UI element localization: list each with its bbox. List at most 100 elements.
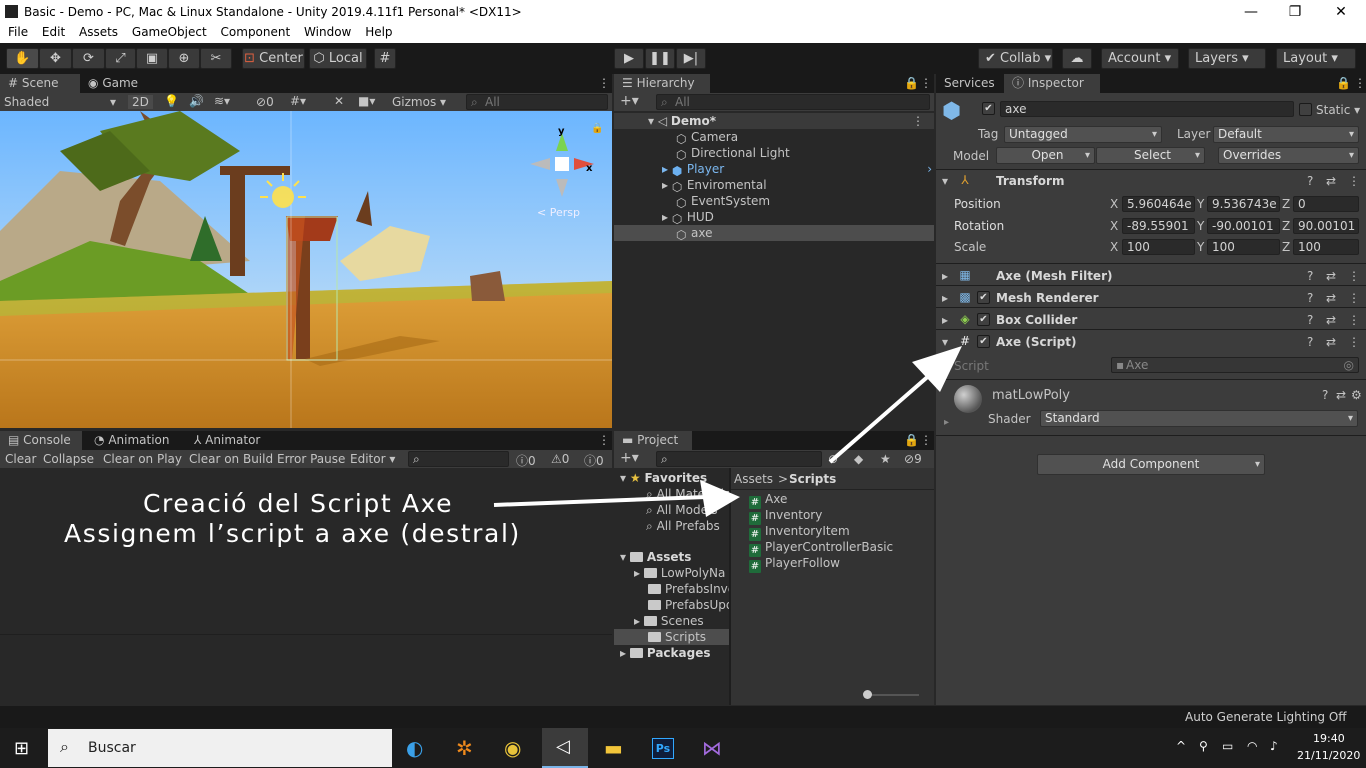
move-tool-button[interactable]: ✥ xyxy=(39,48,72,69)
boxcollider-fold-arrow[interactable]: ▸ xyxy=(942,313,948,327)
meshfilter-fold-arrow[interactable]: ▸ xyxy=(942,269,948,283)
console-search-input[interactable]: ⌕ xyxy=(408,451,509,467)
tray-chevron-up-icon[interactable]: ^ xyxy=(1176,739,1186,753)
tab-game[interactable]: ◉ Game xyxy=(80,74,146,93)
taskbar-search-box[interactable]: ⌕ Buscar xyxy=(48,729,392,767)
clear-button[interactable]: Clear xyxy=(5,452,36,466)
menu-window[interactable]: Window xyxy=(296,24,351,39)
menu-file[interactable]: File xyxy=(0,24,28,39)
transform-fold-arrow[interactable]: ▾ xyxy=(942,174,948,188)
gizmo-lock-icon[interactable]: 🔒 xyxy=(591,123,603,134)
account-dropdown[interactable]: Account ▾ xyxy=(1101,48,1179,69)
play-button[interactable]: ▶ xyxy=(614,48,644,69)
custom-tool-button[interactable]: ✂ xyxy=(200,48,232,69)
script-asset[interactable]: # Axe xyxy=(749,491,787,509)
tools-toggle-icon[interactable]: ✕ xyxy=(334,94,344,108)
favorite-item[interactable]: ⌕ All Materials xyxy=(646,486,730,502)
menu-help[interactable]: Help xyxy=(357,24,392,39)
audio-toggle-icon[interactable]: 🔊 xyxy=(189,94,204,108)
hierarchy-item[interactable]: ⬡ Directional Light xyxy=(676,145,790,162)
visual-studio-icon[interactable]: ⋈ xyxy=(702,736,722,760)
inspector-menu-button[interactable]: ⋮ xyxy=(1346,74,1366,93)
persp-label[interactable]: < Persp xyxy=(537,206,580,219)
axe-script-checkbox[interactable]: ✔ xyxy=(977,335,990,348)
error-pause-button[interactable]: Error Pause xyxy=(277,452,345,466)
presets-icon[interactable]: ⇄ xyxy=(1326,174,1336,188)
pivot-center-button[interactable]: ⊡ Center xyxy=(242,48,305,69)
hierarchy-item[interactable]: ⬡ Camera xyxy=(676,129,738,146)
tab-console[interactable]: ▤ Console xyxy=(0,431,82,450)
pivot-local-button[interactable]: ⬡ Local xyxy=(309,48,367,69)
grid-snap-button[interactable]: # xyxy=(374,48,396,69)
tag-dropdown[interactable]: Untagged xyxy=(1004,126,1162,143)
static-checkbox[interactable] xyxy=(1299,103,1312,116)
tab-project[interactable]: ▬ Project xyxy=(614,431,692,450)
script-fold-arrow[interactable]: ▾ xyxy=(942,335,948,349)
position-y-field[interactable]: 9.536743e xyxy=(1207,196,1280,212)
grid-toggle-icon[interactable]: #▾ xyxy=(290,94,306,108)
chrome-icon[interactable]: ◉ xyxy=(504,736,521,760)
folder-item[interactable]: ▸ LowPolyNa xyxy=(634,565,725,581)
chevron-right-icon[interactable]: › xyxy=(927,161,932,177)
lighting-toggle-icon[interactable]: 💡 xyxy=(164,94,179,108)
zoom-slider-handle[interactable] xyxy=(863,690,872,699)
component-menu-icon[interactable]: ⋮ xyxy=(1348,313,1360,327)
folder-item[interactable]: ▸ Scenes xyxy=(634,613,704,629)
meshrenderer-fold-arrow[interactable]: ▸ xyxy=(942,291,948,305)
project-search-input[interactable]: ⌕ xyxy=(656,451,822,467)
tab-animation[interactable]: ◔ Animation xyxy=(86,431,178,450)
scale-tool-button[interactable]: ⤢ xyxy=(105,48,136,69)
scale-x-field[interactable]: 100 xyxy=(1122,239,1195,255)
search-by-type-icon[interactable]: ⊙ xyxy=(828,452,838,466)
layout-dropdown[interactable]: Layout ▾ xyxy=(1276,48,1356,69)
hand-tool-button[interactable]: ✋ xyxy=(6,48,39,69)
tray-network-icon[interactable]: ⚲ xyxy=(1199,739,1208,753)
mesh-renderer-checkbox[interactable]: ✔ xyxy=(977,291,990,304)
shader-dropdown[interactable]: Standard xyxy=(1040,410,1358,427)
position-z-field[interactable]: 0 xyxy=(1293,196,1359,212)
unity-taskbar-button[interactable]: ◁ xyxy=(542,728,588,768)
minimize-button[interactable]: — xyxy=(1228,2,1274,22)
rotation-y-field[interactable]: -90.00101 xyxy=(1207,218,1280,234)
hierarchy-item[interactable]: ⬡ EventSystem xyxy=(676,193,770,210)
tray-volume-icon[interactable]: ♪ xyxy=(1270,739,1278,753)
component-menu-icon[interactable]: ⋮ xyxy=(1348,269,1360,283)
object-name-input[interactable]: axe xyxy=(1000,101,1294,117)
menu-component[interactable]: Component xyxy=(213,24,291,39)
cloud-button[interactable]: ☁ xyxy=(1062,48,1092,69)
hierarchy-search-input[interactable]: ⌕ All xyxy=(656,94,930,110)
camera-toggle-icon[interactable]: ■▾ xyxy=(358,94,375,108)
select-button[interactable]: Select xyxy=(1096,147,1205,164)
material-fold-arrow[interactable]: ▸ xyxy=(944,417,949,428)
xampp-icon[interactable]: ✲ xyxy=(456,736,473,760)
favorites-node[interactable]: ▾ ★ Favorites xyxy=(620,470,707,486)
file-explorer-icon[interactable]: ▬ xyxy=(604,736,623,760)
breadcrumb-assets[interactable]: Assets xyxy=(734,472,773,486)
clock-time[interactable]: 19:40 xyxy=(1313,732,1345,745)
hidden-packages-toggle[interactable]: ⊘9 xyxy=(904,452,922,466)
help-icon[interactable]: ? xyxy=(1307,335,1313,349)
presets-icon[interactable]: ⇄ xyxy=(1326,313,1336,327)
warning-count-toggle[interactable]: ⚠0 xyxy=(551,452,569,466)
menu-assets[interactable]: Assets xyxy=(71,24,118,39)
zoom-slider[interactable] xyxy=(865,694,919,696)
2d-toggle[interactable]: 2D xyxy=(128,95,153,109)
folder-item[interactable]: PrefabsUpd xyxy=(648,597,734,613)
log-count-toggle[interactable]: ⓘ0 xyxy=(516,452,536,469)
script-asset[interactable]: # InventoryItem xyxy=(749,523,850,541)
help-icon[interactable]: ? xyxy=(1307,174,1313,188)
favorite-star-icon[interactable]: ★ xyxy=(880,452,891,466)
presets-icon[interactable]: ⇄ xyxy=(1326,269,1336,283)
component-menu-icon[interactable]: ⋮ xyxy=(1348,291,1360,305)
scene-search-input[interactable]: ⌕ All xyxy=(466,94,608,110)
rotation-z-field[interactable]: 90.00101 xyxy=(1293,218,1359,234)
favorite-item[interactable]: ⌕ All Models xyxy=(646,502,718,518)
tab-hierarchy[interactable]: ☰ Hierarchy xyxy=(614,74,710,93)
clear-on-play-button[interactable]: Clear on Play xyxy=(103,452,182,466)
clear-on-build-button[interactable]: Clear on Build xyxy=(189,452,273,466)
edge-icon[interactable]: ◐ xyxy=(406,736,423,760)
script-asset[interactable]: # PlayerFollow xyxy=(749,555,840,573)
assets-node[interactable]: ▾ Assets xyxy=(620,549,691,565)
position-x-field[interactable]: 5.960464e xyxy=(1122,196,1195,212)
layer-dropdown[interactable]: Default xyxy=(1213,126,1359,143)
